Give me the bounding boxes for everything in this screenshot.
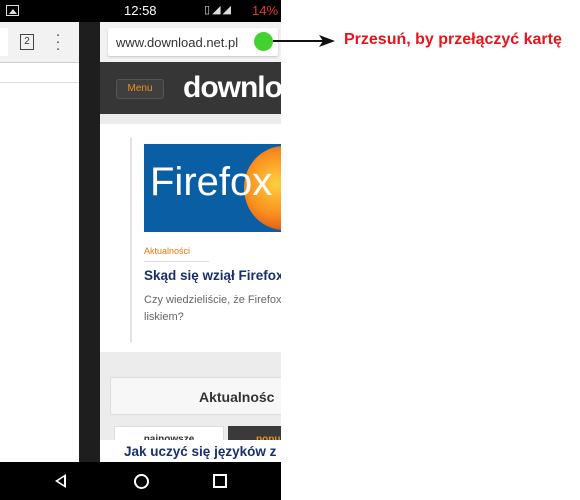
article-headline[interactable]: Skąd się wziął Firefox [144, 268, 281, 283]
back-icon[interactable] [55, 474, 66, 488]
annotation-text: Przesuń, by przełączyć kartę [344, 31, 562, 48]
address-bar[interactable]: www.download.net.pl [108, 28, 278, 56]
category-divider [144, 261, 209, 262]
site-logo-text: downlo [183, 71, 281, 104]
article-image[interactable]: Firefox [144, 144, 281, 232]
article-excerpt: Czy wiedzieliście, że Firefox liskiem? [144, 294, 281, 323]
battery-level: 14% [252, 3, 279, 18]
list-item-headline[interactable]: Jak uczyć się języków z [124, 444, 276, 459]
divider-line [0, 82, 79, 83]
wifi-icon: ◢ [212, 4, 223, 16]
previous-tab-url-box[interactable] [0, 28, 8, 56]
tab-separator [79, 22, 100, 462]
site-menu-button[interactable]: Menu [116, 79, 164, 99]
current-tab[interactable]: www.download.net.pl Menu downlo Firefox … [100, 22, 281, 462]
more-vert-icon[interactable]: · · · [54, 27, 62, 56]
home-icon[interactable] [134, 474, 149, 489]
page-content: Firefox Aktualności Skąd się wziął Firef… [100, 114, 281, 462]
image-icon [6, 5, 19, 16]
phone-screen: 12:58 ▯◢◢ 14% 2 · · · www.download.net.pl … [0, 0, 281, 500]
article-list: Jak uczyć się języków z [100, 440, 281, 462]
browser-toolbar: www.download.net.pl [100, 22, 281, 62]
url-text: www.download.net.pl [116, 35, 239, 50]
status-time: 12:58 [124, 3, 157, 18]
previous-tab-toolbar: 2 · · · [0, 22, 79, 63]
swipe-indicator-dot [254, 32, 273, 51]
annotation-arrow-icon [273, 35, 335, 47]
section-title: Aktualnośc [199, 389, 275, 405]
hero-text: Firefox [150, 160, 273, 204]
status-icons: ▯◢◢ [204, 3, 233, 16]
card-rule [130, 138, 132, 342]
status-bar: 12:58 ▯◢◢ 14% [0, 0, 281, 22]
previous-tab[interactable]: 2 · · · [0, 22, 79, 462]
vibrate-icon: ▯ [204, 4, 213, 16]
tab-switcher-button[interactable]: 2 [20, 34, 34, 50]
article-category[interactable]: Aktualności [144, 246, 190, 256]
navigation-bar [0, 462, 281, 500]
site-header: Menu downlo [100, 62, 281, 114]
article-card[interactable]: Firefox Aktualności Skąd się wziął Firef… [100, 124, 281, 352]
recents-icon[interactable] [213, 474, 227, 488]
site-logo[interactable]: downlo [183, 71, 281, 105]
signal-icon: ◢ [222, 4, 233, 16]
section-header: Aktualnośc [110, 377, 281, 415]
